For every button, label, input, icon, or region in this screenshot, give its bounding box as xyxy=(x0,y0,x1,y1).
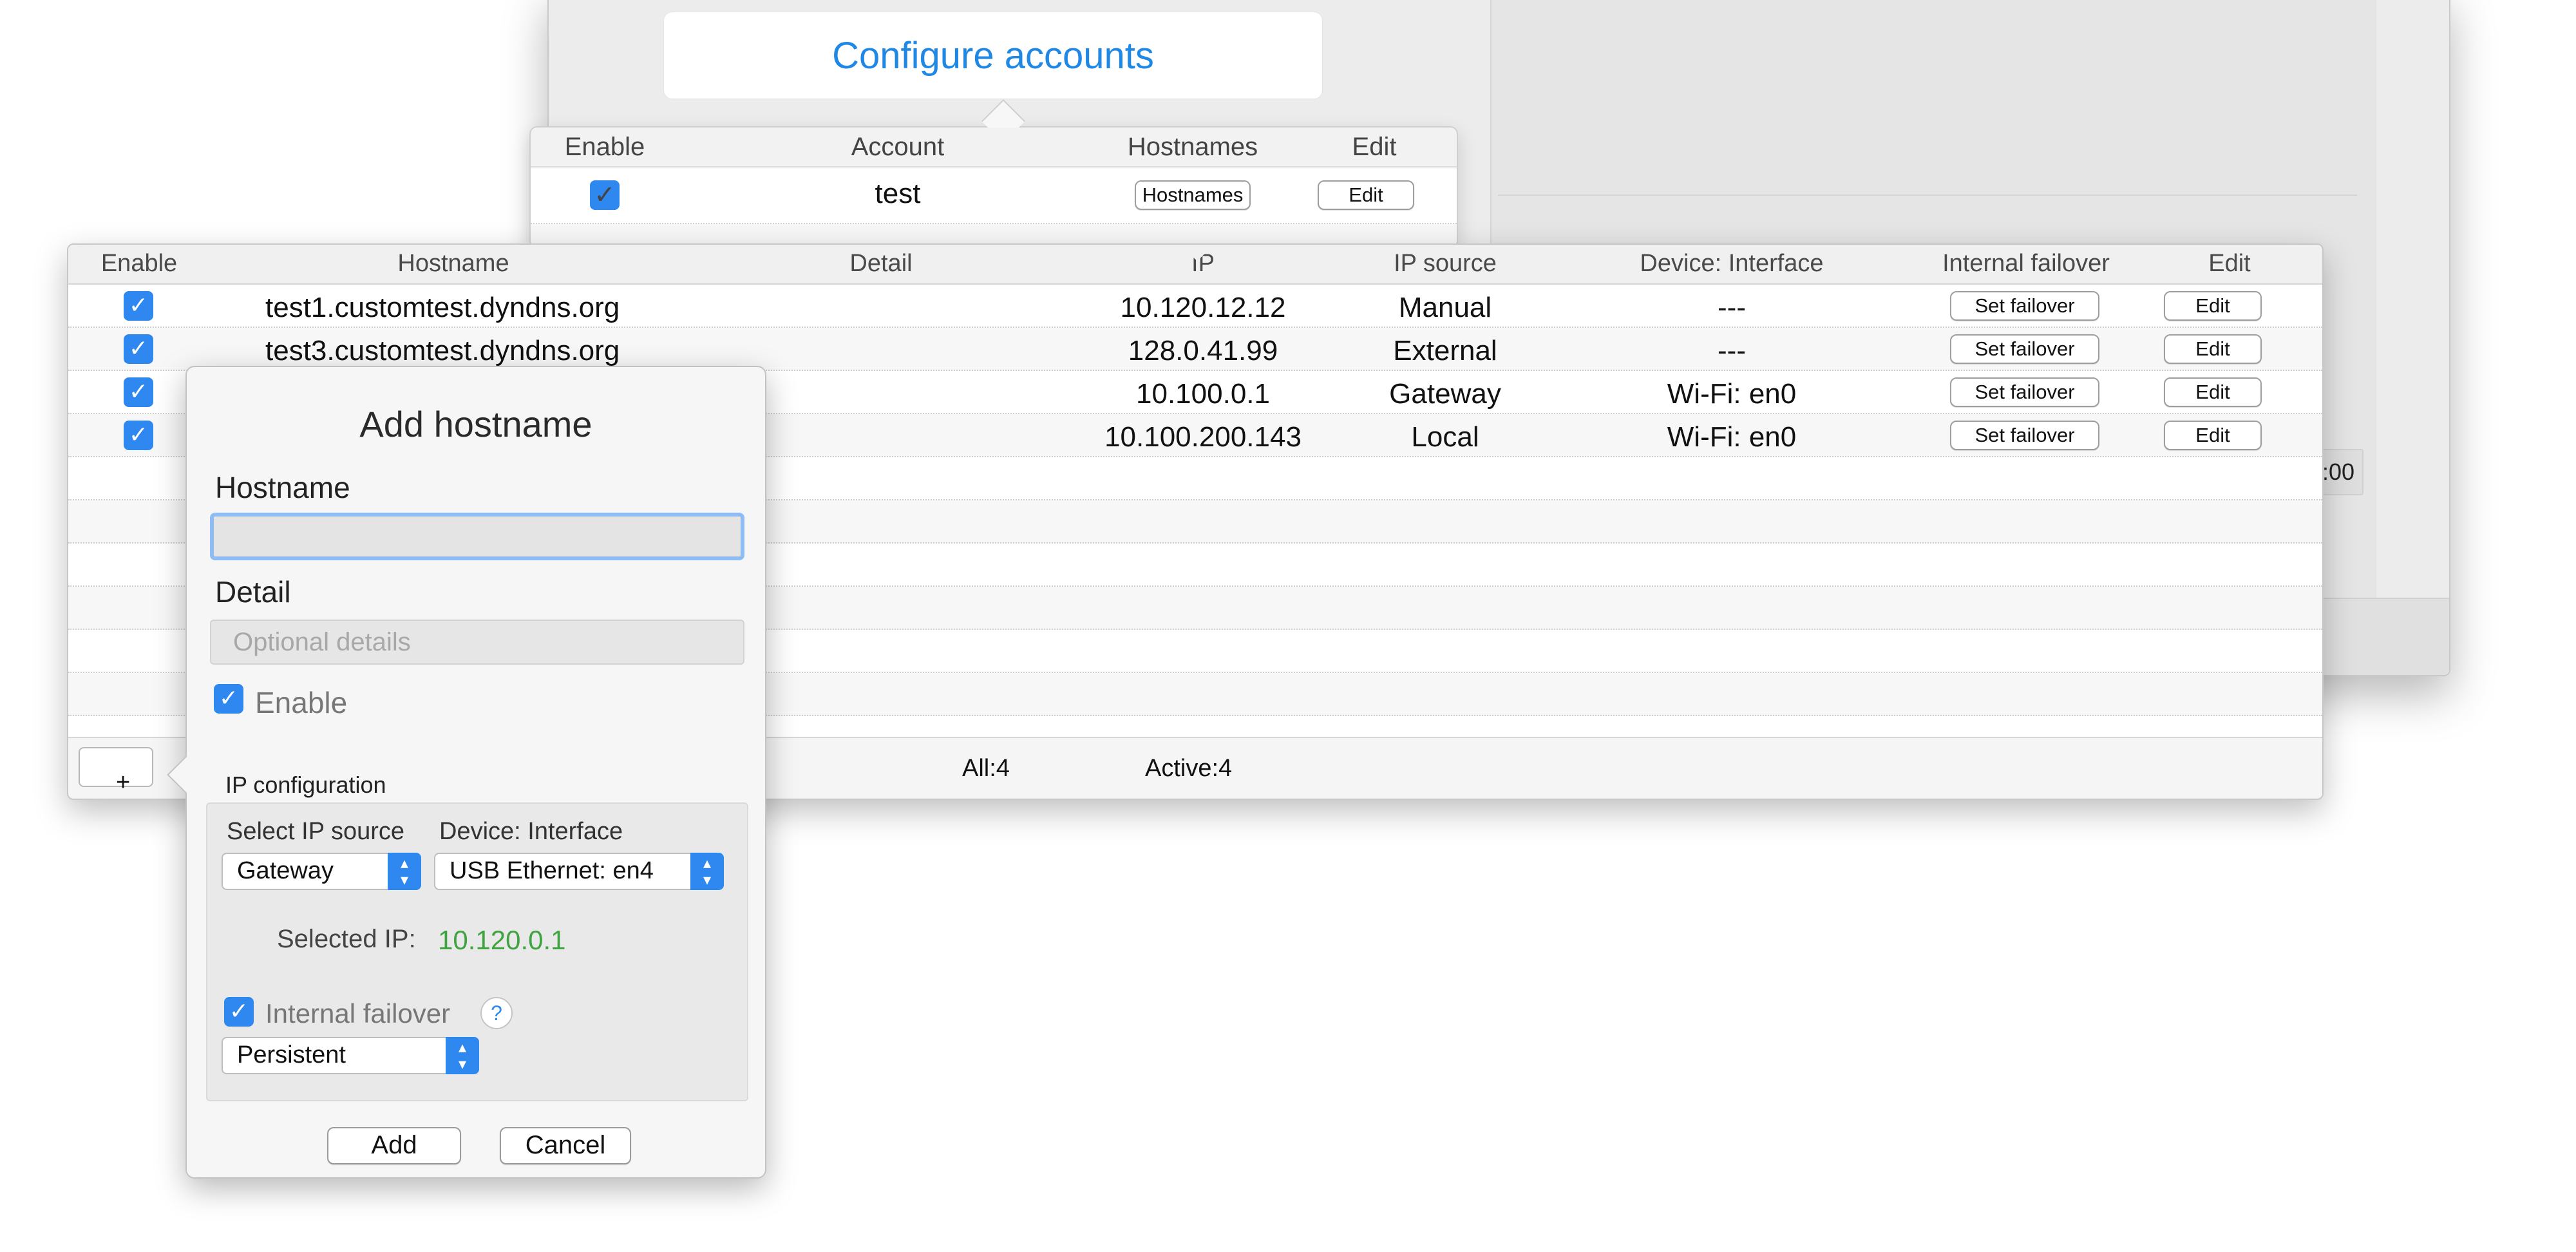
plus-icon: + xyxy=(116,769,131,796)
account-enable-checkbox[interactable]: ✓ xyxy=(590,180,620,210)
account-row[interactable]: ✓ test Hostnames Edit xyxy=(531,169,1457,224)
col-failover: Internal failover xyxy=(1942,250,2110,277)
row-enable-checkbox[interactable]: ✓ xyxy=(124,334,153,364)
device-cell: --- xyxy=(1718,335,1746,366)
device-cell: Wi-Fi: en0 xyxy=(1667,378,1797,410)
row-enable-checkbox[interactable]: ✓ xyxy=(124,377,153,407)
device-label: Device: Interface xyxy=(439,818,623,845)
enable-checkbox[interactable]: ✓ xyxy=(214,684,243,714)
failover-label: Internal failover xyxy=(265,998,451,1029)
col-enable: Enable xyxy=(100,250,178,277)
detail-label: Detail xyxy=(215,575,291,609)
account-edit-button[interactable]: Edit xyxy=(1318,180,1414,210)
cancel-button[interactable]: Cancel xyxy=(500,1127,631,1164)
col-hostname: Hostname xyxy=(397,250,509,277)
row-edit-button[interactable]: Edit xyxy=(2164,334,2262,364)
col-detail: Detail xyxy=(849,250,913,277)
ip-cell: 10.120.12.12 xyxy=(1120,292,1286,323)
ip-cell: 10.100.0.1 xyxy=(1136,378,1270,410)
add-hostname-button[interactable]: + xyxy=(79,747,153,796)
device-select[interactable]: USB Ethernet: en4 ▴ ▾ xyxy=(434,853,724,890)
ip-config-panel: Select IP source Device: Interface Gatew… xyxy=(206,802,748,1101)
ip-source-cell: Gateway xyxy=(1389,378,1501,410)
ip-source-cell: External xyxy=(1393,335,1497,366)
ip-config-title: IP configuration xyxy=(225,772,386,798)
ip-source-select[interactable]: Gateway ▴ ▾ xyxy=(222,853,421,890)
set-failover-button[interactable]: Set failover xyxy=(1950,421,2099,450)
enable-checkbox-row[interactable]: ✓ Enable xyxy=(214,684,347,719)
ip-cell: 128.0.41.99 xyxy=(1128,335,1278,366)
up-down-chevron-icon: ▴ ▾ xyxy=(446,1037,479,1074)
row-edit-button[interactable]: Edit xyxy=(2164,421,2262,450)
col-hostnames: Hostnames xyxy=(1127,133,1258,161)
ip-source-label: Select IP source xyxy=(227,818,405,845)
accounts-popover: Enable Account Hostnames Edit ✓ test Hos… xyxy=(529,99,1458,249)
row-edit-button[interactable]: Edit xyxy=(2164,291,2262,321)
hostname-input[interactable] xyxy=(210,513,744,560)
col-edit: Edit xyxy=(1352,133,1397,161)
failover-checkbox[interactable]: ✓ xyxy=(224,997,254,1027)
row-enable-checkbox[interactable]: ✓ xyxy=(124,291,153,321)
col-ip-source: IP source xyxy=(1394,250,1497,277)
hostname-label: Hostname xyxy=(215,471,350,504)
up-down-chevron-icon: ▴ ▾ xyxy=(690,853,724,890)
set-failover-button[interactable]: Set failover xyxy=(1950,377,2099,407)
ip-cell: 10.100.200.143 xyxy=(1104,421,1302,453)
hostname-cell: test3.customtest.dyndns.org xyxy=(265,335,620,366)
device-cell: --- xyxy=(1718,292,1746,323)
device-cell: Wi-Fi: en0 xyxy=(1667,421,1797,453)
device-value: USB Ethernet: en4 xyxy=(450,857,654,884)
configure-accounts-button[interactable]: Configure accounts xyxy=(663,12,1323,99)
col-enable: Enable xyxy=(564,133,645,161)
add-button[interactable]: Add xyxy=(327,1127,461,1164)
selected-ip-value: 10.120.0.1 xyxy=(438,925,566,955)
table-row[interactable]: ✓ test3.customtest.dyndns.org 128.0.41.9… xyxy=(68,328,2322,371)
question-icon[interactable]: ? xyxy=(480,997,513,1029)
ip-source-cell: Local xyxy=(1411,421,1479,453)
set-failover-button[interactable]: Set failover xyxy=(1950,291,2099,321)
enable-label: Enable xyxy=(255,686,348,719)
ip-source-cell: Manual xyxy=(1398,292,1492,323)
dialog-title: Add hostname xyxy=(359,404,592,444)
detail-input[interactable] xyxy=(210,620,744,665)
ip-source-value: Gateway xyxy=(237,857,334,884)
table-row[interactable]: ✓ test1.customtest.dyndns.org 10.120.12.… xyxy=(68,285,2322,328)
set-failover-button[interactable]: Set failover xyxy=(1950,334,2099,364)
account-name: test xyxy=(875,178,921,209)
up-down-chevron-icon: ▴ ▾ xyxy=(388,853,421,890)
selected-ip-label: Selected IP: xyxy=(277,925,416,953)
divider xyxy=(1498,194,2357,196)
active-count: Active:4 xyxy=(1145,755,1233,782)
hostname-cell: test1.customtest.dyndns.org xyxy=(265,292,620,323)
failover-mode-select[interactable]: Persistent ▴ ▾ xyxy=(222,1037,479,1074)
row-enable-checkbox[interactable]: ✓ xyxy=(124,421,153,450)
all-count: All:4 xyxy=(962,755,1010,782)
col-edit: Edit xyxy=(2208,250,2251,277)
col-device: Device: Interface xyxy=(1640,250,1824,277)
accounts-header: Enable Account Hostnames Edit xyxy=(531,128,1457,167)
hostnames-button[interactable]: Hostnames xyxy=(1135,180,1251,210)
col-account: Account xyxy=(851,133,945,161)
row-edit-button[interactable]: Edit xyxy=(2164,377,2262,407)
failover-checkbox-row[interactable]: ✓ Internal failover xyxy=(224,997,450,1029)
failover-mode-value: Persistent xyxy=(237,1041,346,1068)
add-hostname-dialog: Add hostname Hostname Detail ✓ Enable IP… xyxy=(167,366,766,1179)
